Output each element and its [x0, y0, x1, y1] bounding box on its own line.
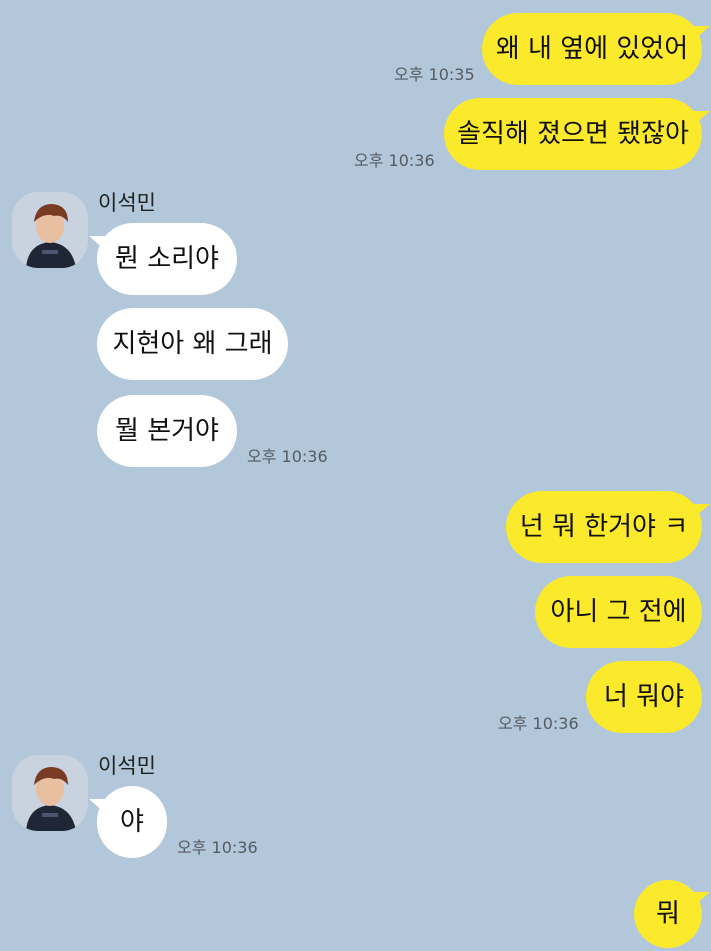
- bubble-tail: [89, 236, 105, 250]
- message-bubble-outgoing[interactable]: 뭐: [634, 880, 702, 948]
- message-bubble-outgoing[interactable]: 왜 내 옆에 있었어: [482, 13, 702, 85]
- message-text: 넌 뭐 한거야 ㅋ: [519, 512, 689, 542]
- message-text: 뭔 소리야: [115, 244, 219, 274]
- message-time: 오후 10:36: [247, 447, 328, 466]
- avatar[interactable]: [12, 192, 88, 268]
- message-text: 왜 내 옆에 있었어: [495, 34, 689, 64]
- message-time: 오후 10:36: [354, 151, 435, 170]
- message-bubble-outgoing[interactable]: 솔직해 졌으면 됐잖아: [444, 98, 702, 170]
- message-time: 오후 10:35: [394, 65, 475, 84]
- message-text: 지현아 왜 그래: [112, 329, 273, 359]
- message-text: 뭘 본거야: [115, 416, 219, 446]
- profile-photo-icon: [12, 192, 88, 268]
- bubble-tail: [694, 504, 710, 518]
- message-text: 아니 그 전에: [550, 597, 687, 627]
- profile-photo-icon: [12, 755, 88, 831]
- bubble-tail: [89, 799, 105, 813]
- message-bubble-outgoing[interactable]: 너 뭐야: [586, 661, 702, 733]
- chat-room: 왜 내 옆에 있었어 오후 10:35 솔직해 졌으면 됐잖아 오후 10:36…: [0, 0, 711, 951]
- message-bubble-incoming[interactable]: 뭔 소리야: [97, 223, 237, 295]
- message-bubble-outgoing[interactable]: 아니 그 전에: [535, 576, 702, 648]
- message-bubble-incoming[interactable]: 지현아 왜 그래: [97, 308, 288, 380]
- sender-name: 이석민: [98, 191, 156, 215]
- sender-name: 이석민: [98, 754, 156, 778]
- message-bubble-incoming[interactable]: 야: [97, 786, 167, 858]
- bubble-tail: [694, 26, 710, 40]
- message-time: 오후 10:36: [177, 838, 258, 857]
- message-bubble-outgoing[interactable]: 넌 뭐 한거야 ㅋ: [506, 491, 702, 563]
- message-time: 오후 10:36: [498, 714, 579, 733]
- message-bubble-incoming[interactable]: 뭘 본거야: [97, 395, 237, 467]
- avatar[interactable]: [12, 755, 88, 831]
- bubble-tail: [694, 892, 710, 906]
- message-text: 뭐: [656, 899, 680, 929]
- message-text: 너 뭐야: [603, 682, 685, 712]
- message-text: 솔직해 졌으면 됐잖아: [457, 119, 689, 149]
- message-text: 야: [120, 807, 144, 837]
- bubble-tail: [694, 111, 710, 125]
